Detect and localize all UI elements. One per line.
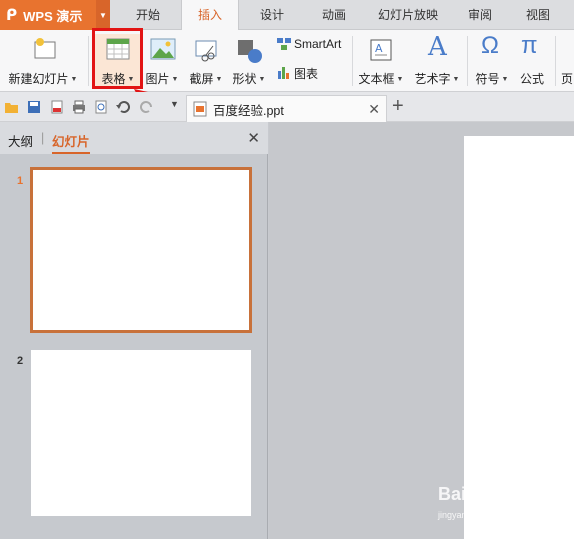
undo-icon[interactable] xyxy=(116,100,130,114)
screenshot-icon xyxy=(195,40,217,62)
formula-label: 公式 xyxy=(519,72,544,86)
picture-button[interactable]: 图片 ▼ xyxy=(142,34,182,88)
app-menu-dropdown-icon[interactable]: ▼ xyxy=(96,0,110,30)
pi-icon: π xyxy=(521,32,538,59)
ppt-file-icon xyxy=(193,101,207,117)
tab-review[interactable]: 审阅 xyxy=(458,0,502,30)
tab-view[interactable]: 视图 xyxy=(516,0,560,30)
new-slide-icon xyxy=(34,38,56,59)
quick-access-toolbar: ▼ 百度经验.ppt ✕ + xyxy=(0,92,574,122)
chart-button[interactable]: 图表 xyxy=(274,63,324,83)
shape-label: 形状 xyxy=(232,72,257,86)
document-tab[interactable]: 百度经验.ppt ✕ xyxy=(186,95,387,122)
chevron-down-icon: ▼ xyxy=(258,76,266,84)
tab-slides[interactable]: 幻灯片 xyxy=(52,131,90,154)
watermark-url: jingyan.baidu.com xyxy=(438,510,511,520)
chevron-down-icon: ▼ xyxy=(501,76,509,84)
chart-label: 图表 xyxy=(294,67,319,81)
picture-icon xyxy=(150,38,176,60)
shape-button[interactable]: 形状 ▼ xyxy=(228,34,270,88)
chevron-down-icon: ▼ xyxy=(70,76,78,84)
screenshot-label: 截屏 xyxy=(189,72,214,86)
screenshot-button[interactable]: 截屏 ▼ xyxy=(186,34,226,88)
tab-animation[interactable]: 动画 xyxy=(312,0,356,30)
open-folder-icon[interactable] xyxy=(4,100,18,114)
tab-outline[interactable]: 大纲 xyxy=(8,131,33,150)
shape-icon xyxy=(238,40,262,63)
customize-dropdown-icon[interactable]: ▼ xyxy=(170,99,179,109)
formula-button[interactable]: π 公式 xyxy=(514,32,550,88)
wordart-label: 艺术字 xyxy=(414,72,451,86)
new-slide-label: 新建幻灯片 xyxy=(8,72,69,86)
chevron-down-icon: ▼ xyxy=(452,76,460,84)
smartart-button[interactable]: SmartArt xyxy=(274,35,348,55)
chevron-down-icon: ▼ xyxy=(215,76,223,84)
table-button-highlight xyxy=(92,28,143,89)
symbol-button[interactable]: Ω 符号 ▼ xyxy=(472,32,512,88)
wordart-button[interactable]: A 艺术字 ▼ xyxy=(410,32,464,88)
chevron-down-icon: ▼ xyxy=(171,76,179,84)
wordart-icon: A xyxy=(428,32,447,62)
slide-canvas[interactable] xyxy=(464,136,574,539)
tab-insert[interactable]: 插入 xyxy=(181,0,239,31)
tab-design[interactable]: 设计 xyxy=(250,0,294,30)
save-icon[interactable] xyxy=(27,100,41,114)
slide-number: 1 xyxy=(17,175,24,187)
slide-number: 2 xyxy=(17,355,24,367)
slide-thumbnail[interactable] xyxy=(30,167,252,333)
wps-logo-icon: ᑭ xyxy=(6,7,18,24)
new-slide-button[interactable]: 新建幻灯片 ▼ xyxy=(4,34,82,88)
page-label: 页 xyxy=(560,72,573,86)
watermark-logo: Bai经验 xyxy=(438,484,503,504)
smartart-label: SmartArt xyxy=(294,37,342,51)
close-icon[interactable]: ✕ xyxy=(247,129,260,147)
close-icon[interactable]: ✕ xyxy=(368,101,380,118)
redo-icon[interactable] xyxy=(140,100,154,114)
ribbon: 新建幻灯片 ▼ 表格 ▼ 图片 ▼ 截屏 ▼ 形状 ▼ SmartArt 图表 … xyxy=(0,30,574,92)
svg-text:A: A xyxy=(375,42,383,55)
document-tab-name: 百度经验.ppt xyxy=(213,103,284,118)
print-icon[interactable] xyxy=(72,100,86,114)
chart-icon xyxy=(278,67,289,79)
tab-home[interactable]: 开始 xyxy=(126,0,170,30)
export-pdf-icon[interactable] xyxy=(50,100,64,114)
tab-slideshow[interactable]: 幻灯片放映 xyxy=(370,0,446,30)
tab-divider: | xyxy=(41,131,45,145)
panel-tabs: 大纲 | 幻灯片 ✕ xyxy=(0,122,268,154)
smartart-icon xyxy=(277,38,291,50)
textbox-label: 文本框 xyxy=(358,72,395,86)
slides-panel: 大纲 | 幻灯片 ✕ 1 2 xyxy=(0,122,268,539)
app-name: WPS 演示 xyxy=(23,8,83,24)
page-button[interactable]: 页 xyxy=(560,34,574,88)
new-tab-plus-icon[interactable]: + xyxy=(392,95,404,118)
symbol-label: 符号 xyxy=(475,72,500,86)
print-preview-icon[interactable] xyxy=(94,100,108,114)
app-menu-button[interactable]: ᑭ WPS 演示 xyxy=(0,0,96,30)
textbox-button[interactable]: A 文本框 ▼ xyxy=(357,34,405,88)
omega-icon: Ω xyxy=(481,32,499,59)
picture-label: 图片 xyxy=(145,72,170,86)
slide-editor xyxy=(269,122,574,539)
slide-thumbnail[interactable] xyxy=(31,350,251,516)
textbox-icon: A xyxy=(370,39,392,61)
chevron-down-icon: ▼ xyxy=(396,76,404,84)
